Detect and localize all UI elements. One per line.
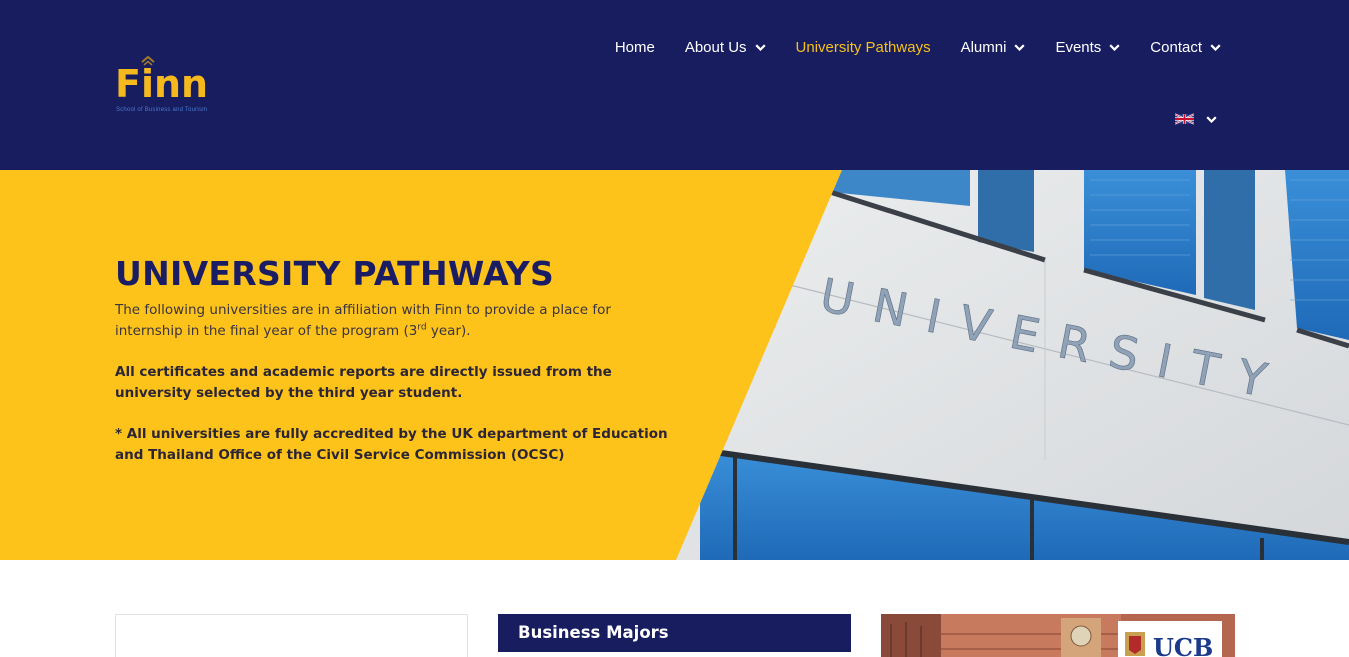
language-switcher[interactable] <box>1175 113 1217 125</box>
nav-item-contact[interactable]: Contact <box>1150 36 1221 58</box>
accreditation-note: * All universities are fully accredited … <box>115 426 668 463</box>
site-header: Finn School of Business and Tourism Home… <box>0 0 1349 170</box>
main-navigation: Home About Us University Pathways Alumni… <box>585 36 1221 58</box>
nav-item-events[interactable]: Events <box>1055 36 1120 58</box>
uk-flag-icon <box>1175 113 1194 125</box>
pathway-card-left <box>115 614 468 657</box>
card-title: Business Majors <box>518 623 669 642</box>
certificates-note: All certificates and academic reports ar… <box>115 364 612 401</box>
nav-item-label: Contact <box>1150 38 1202 56</box>
chevron-down-icon <box>754 43 766 51</box>
chevron-down-icon <box>1014 43 1026 51</box>
nav-item-home[interactable]: Home <box>615 36 655 58</box>
chevron-down-icon <box>1210 43 1221 51</box>
ucb-building-image: UCB <box>881 614 1235 657</box>
nav-item-label: Alumni <box>960 38 1007 56</box>
business-majors-card[interactable]: Business Majors <box>498 614 851 652</box>
nav-item-label: About Us <box>684 38 747 56</box>
ucb-logo-text: UCB <box>1153 633 1213 657</box>
logo-wordmark: Finn <box>115 62 209 106</box>
chevron-down-icon <box>1109 43 1120 51</box>
nav-item-university-pathways[interactable]: University Pathways <box>796 36 931 58</box>
hero-banner: UNIVERSITY UNIVERSITY PATHWAYS The follo… <box>0 170 1349 560</box>
nav-item-label: University Pathways <box>795 38 931 56</box>
logo-tagline: School of Business and Tourism <box>116 107 208 113</box>
finn-logo[interactable]: Finn School of Business and Tourism <box>115 56 225 118</box>
intro-paragraph: The following universities are in affili… <box>115 302 611 339</box>
hero-description: The following universities are in affili… <box>115 300 675 486</box>
chevron-down-icon <box>1206 115 1217 123</box>
ucb-university-card[interactable]: UCB <box>881 614 1235 657</box>
nav-item-alumni[interactable]: Alumni <box>961 36 1026 58</box>
nav-item-label: Events <box>1055 38 1102 56</box>
page-title: UNIVERSITY PATHWAYS <box>115 254 555 293</box>
nav-item-about-us[interactable]: About Us <box>685 36 766 58</box>
nav-item-label: Home <box>614 38 655 56</box>
